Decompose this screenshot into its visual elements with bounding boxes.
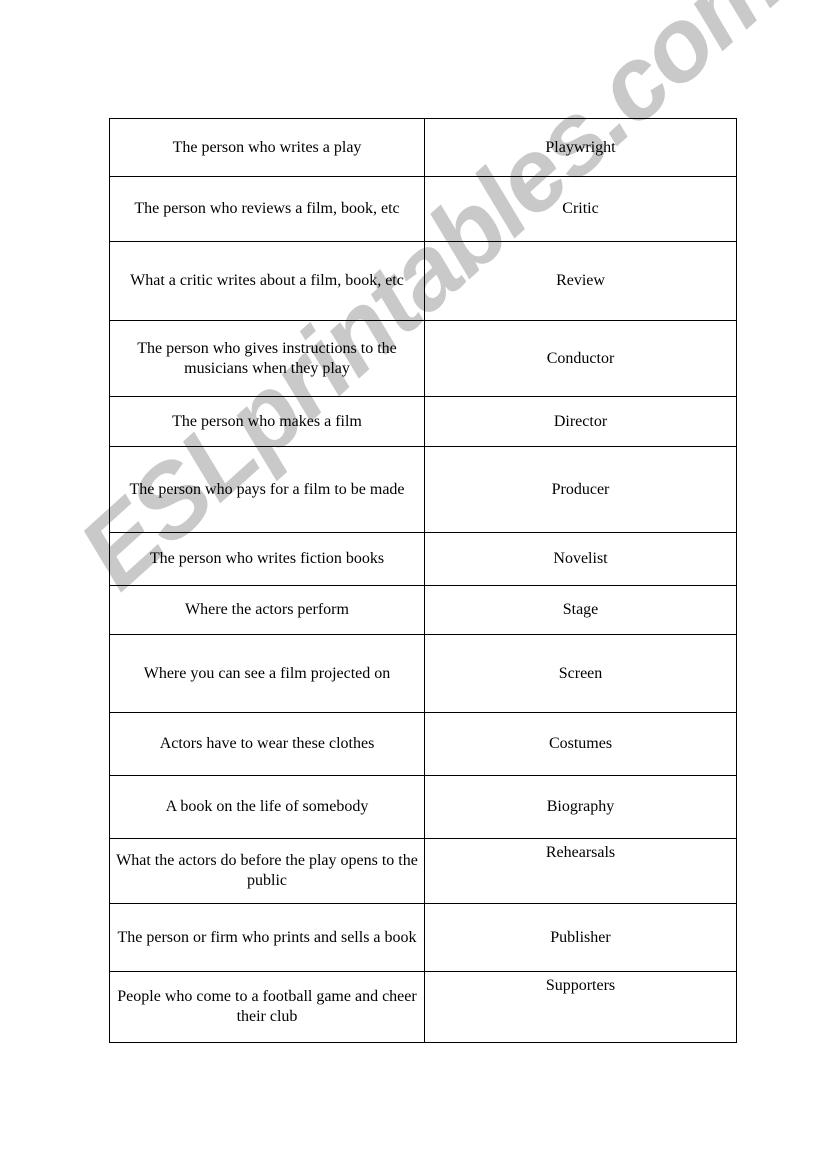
table-row: People who come to a football game and c… [109,971,737,1043]
table-row: The person who writes a play Playwright [109,118,737,177]
answer-text: Supporters [545,977,616,994]
table-row: Actors have to wear these clothes Costume… [109,712,737,776]
table-row: The person who reviews a film, book, etc… [109,176,737,242]
vocabulary-matching-table: The person who writes a play Playwright Th… [109,118,737,1043]
answer-text: Screen [558,664,603,682]
table-row: Where the actors perform Stage [109,585,737,635]
clue-text: The person who pays for a film to be mad… [129,480,405,498]
clue-cell[interactable]: The person or firm who prints and sells … [109,903,425,972]
clue-text: The person who makes a film [172,412,362,430]
answer-cell[interactable]: Stage [424,585,737,635]
clue-cell[interactable]: The person who makes a film [109,396,425,447]
table-row: What a critic writes about a film, book,… [109,241,737,321]
table-row: The person who writes fiction books Novel… [109,532,737,586]
table-row: The person who makes a film Director [109,396,737,447]
clue-text: Where the actors perform [185,601,349,618]
clue-cell[interactable]: What a critic writes about a film, book,… [109,241,425,321]
answer-text: Playwright [545,138,616,156]
answer-text: Novelist [553,550,608,567]
clue-cell[interactable]: The person who gives instructions to the… [109,320,425,397]
clue-cell[interactable]: The person who writes a play [109,118,425,177]
clue-cell[interactable]: A book on the life of somebody [109,775,425,839]
answer-cell[interactable]: Rehearsals [424,838,737,904]
clue-cell[interactable]: The person who writes fiction books [109,532,425,586]
answer-cell[interactable]: Critic [424,176,737,242]
answer-cell[interactable]: Playwright [424,118,737,177]
answer-text: Director [553,412,608,430]
table-row: The person who gives instructions to the… [109,320,737,397]
clue-text: Actors have to wear these clothes [159,735,375,752]
clue-text: A book on the life of somebody [165,798,369,815]
clue-cell[interactable]: Where the actors perform [109,585,425,635]
answer-cell[interactable]: Costumes [424,712,737,776]
clue-text: The person or firm who prints and sells … [117,928,417,946]
answer-text: Conductor [546,349,615,367]
clue-cell[interactable]: The person who reviews a film, book, etc [109,176,425,242]
answer-cell[interactable]: Publisher [424,903,737,972]
clue-cell[interactable]: The person who pays for a film to be mad… [109,446,425,533]
answer-cell[interactable]: Review [424,241,737,321]
table-row: What the actors do before the play opens… [109,838,737,904]
table-row: Where you can see a film projected on Scr… [109,634,737,713]
answer-cell[interactable]: Biography [424,775,737,839]
clue-text: The person who writes fiction books [149,550,385,567]
worksheet-page: ESLprintables.com The person who writes … [0,0,826,1169]
clue-text: The person who writes a play [172,138,362,156]
answer-cell[interactable]: Producer [424,446,737,533]
answer-cell[interactable]: Screen [424,634,737,713]
answer-cell[interactable]: Supporters [424,971,737,1043]
clue-text: The person who gives instructions to the… [137,339,397,377]
table-row: The person or firm who prints and sells … [109,903,737,972]
table-body: The person who writes a play Playwright Th… [109,118,737,1043]
clue-text: What the actors do before the play opens… [116,852,418,889]
answer-text: Biography [546,798,615,815]
table-row: A book on the life of somebody Biography [109,775,737,839]
answer-text: Critic [562,200,599,217]
clue-text: Where you can see a film projected on [143,664,391,682]
answer-text: Review [556,272,605,289]
table-row: The person who pays for a film to be mad… [109,446,737,533]
answer-text: Publisher [550,928,611,946]
clue-cell[interactable]: Where you can see a film projected on [109,634,425,713]
answer-text: Rehearsals [545,844,616,861]
clue-text: The person who reviews a film, book, etc [134,200,400,217]
answer-cell[interactable]: Conductor [424,320,737,397]
answer-text: Producer [551,480,610,498]
clue-cell[interactable]: Actors have to wear these clothes [109,712,425,776]
answer-cell[interactable]: Novelist [424,532,737,586]
answer-cell[interactable]: Director [424,396,737,447]
clue-text: People who come to a football game and c… [117,988,417,1025]
answer-text: Costumes [548,735,613,752]
answer-text: Stage [562,601,599,618]
clue-cell[interactable]: What the actors do before the play opens… [109,838,425,904]
clue-cell[interactable]: People who come to a football game and c… [109,971,425,1043]
clue-text: What a critic writes about a film, book,… [130,272,404,289]
